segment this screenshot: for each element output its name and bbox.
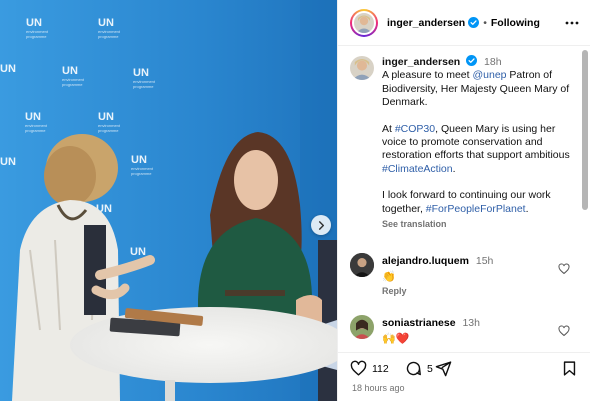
- comment-button[interactable]: 5: [405, 360, 433, 377]
- svg-text:UN: UN: [131, 154, 147, 166]
- author-avatar-ring[interactable]: [350, 8, 378, 37]
- comment-username[interactable]: soniastrianese: [382, 317, 456, 329]
- chevron-right-icon: [318, 220, 324, 230]
- caption-paragraph-1: A pleasure to meet @unep Patron of Biodi…: [382, 69, 574, 109]
- post-photo: UN UN UN UN UN UN UN UN UN UN UN UN envi…: [0, 0, 337, 401]
- comment-bubble-icon: [406, 361, 421, 376]
- see-translation-button[interactable]: See translation: [382, 218, 574, 231]
- svg-text:programme: programme: [131, 171, 152, 176]
- author-username[interactable]: inger_andersen: [387, 17, 465, 29]
- reply-button[interactable]: Reply: [382, 286, 407, 296]
- comment-time: 15h: [475, 255, 494, 267]
- share-button[interactable]: [435, 360, 452, 377]
- comment-text: 🙌❤️: [382, 333, 410, 345]
- svg-text:UN: UN: [133, 67, 149, 79]
- next-slide-button[interactable]: [311, 215, 331, 235]
- caption-text: At: [382, 122, 395, 135]
- caption-text: .: [525, 202, 529, 215]
- caption: inger_andersen 18h A pleasure to meet @u…: [338, 47, 590, 231]
- like-comment-heart-icon[interactable]: [558, 325, 570, 337]
- send-icon: [435, 361, 452, 377]
- svg-text:programme: programme: [25, 128, 46, 133]
- more-options-icon[interactable]: [565, 16, 579, 30]
- comments-scroll-area[interactable]: inger_andersen 18h A pleasure to meet @u…: [338, 47, 590, 352]
- svg-text:UN: UN: [62, 65, 78, 77]
- svg-text:UN: UN: [98, 111, 114, 123]
- comment-time: 13h: [462, 317, 480, 329]
- svg-text:programme: programme: [26, 34, 47, 39]
- verified-badge-icon: [466, 55, 478, 66]
- post-media[interactable]: UN UN UN UN UN UN UN UN UN UN UN UN envi…: [0, 0, 337, 401]
- hashtag-link[interactable]: #ForPeopleForPlanet: [426, 203, 526, 215]
- header-separator: •: [483, 16, 487, 29]
- svg-text:UN: UN: [0, 156, 16, 168]
- caption-text: A pleasure to meet: [382, 69, 473, 82]
- post-actions: 112 5 18 hours ago: [338, 352, 590, 401]
- like-comment-heart-icon[interactable]: [558, 263, 570, 275]
- hashtag-link[interactable]: #COP30: [395, 123, 435, 135]
- caption-paragraph-3: I look forward to continuing our work to…: [382, 189, 574, 216]
- caption-paragraph-2: At #COP30, Queen Mary is using her voice…: [382, 123, 574, 177]
- post-side-panel: inger_andersen • Following inger_anderse…: [337, 0, 590, 401]
- svg-text:programme: programme: [98, 34, 119, 39]
- comment-username[interactable]: alejandro.luquem: [382, 255, 469, 267]
- svg-text:UN: UN: [26, 17, 42, 29]
- comment-body: alejandro.luquem 15h 👏: [382, 255, 493, 283]
- heart-icon: [350, 360, 367, 376]
- comment-item: alejandro.luquem 15h 👏 Reply: [350, 253, 580, 301]
- svg-text:programme: programme: [62, 82, 83, 87]
- caption-body: inger_andersen 18h A pleasure to meet @u…: [382, 55, 574, 231]
- comment-text: 👏: [382, 271, 396, 283]
- svg-text:UN: UN: [25, 111, 41, 123]
- svg-text:programme: programme: [133, 84, 154, 89]
- mention-link[interactable]: @unep: [472, 69, 506, 81]
- svg-text:UN: UN: [0, 63, 16, 75]
- bookmark-icon: [563, 361, 576, 376]
- svg-text:UN: UN: [98, 17, 114, 29]
- scrollbar-thumb[interactable]: [582, 50, 588, 210]
- verified-badge-icon: [468, 17, 480, 28]
- comment-count[interactable]: 5: [427, 363, 433, 375]
- post-timestamp[interactable]: 18 hours ago: [352, 383, 405, 393]
- caption-time: 18h: [484, 56, 502, 68]
- caption-text: .: [452, 162, 456, 175]
- table: [70, 307, 337, 383]
- like-count[interactable]: 112: [372, 363, 389, 375]
- comment-avatar[interactable]: [350, 253, 374, 277]
- svg-text:programme: programme: [98, 128, 119, 133]
- svg-text:UN: UN: [130, 246, 146, 258]
- hashtag-link[interactable]: #ClimateAction: [382, 163, 453, 175]
- post-header: inger_andersen • Following: [338, 0, 590, 46]
- save-button[interactable]: [561, 360, 578, 377]
- author-avatar[interactable]: [352, 10, 376, 35]
- following-button[interactable]: Following: [491, 17, 540, 29]
- comment-avatar[interactable]: [350, 315, 374, 339]
- like-button[interactable]: 112: [350, 360, 389, 377]
- caption-avatar[interactable]: [350, 56, 374, 80]
- comment-body: soniastrianese 13h 🙌❤️: [382, 317, 480, 345]
- comment-item: soniastrianese 13h 🙌❤️: [350, 315, 580, 352]
- caption-username[interactable]: inger_andersen: [382, 56, 460, 68]
